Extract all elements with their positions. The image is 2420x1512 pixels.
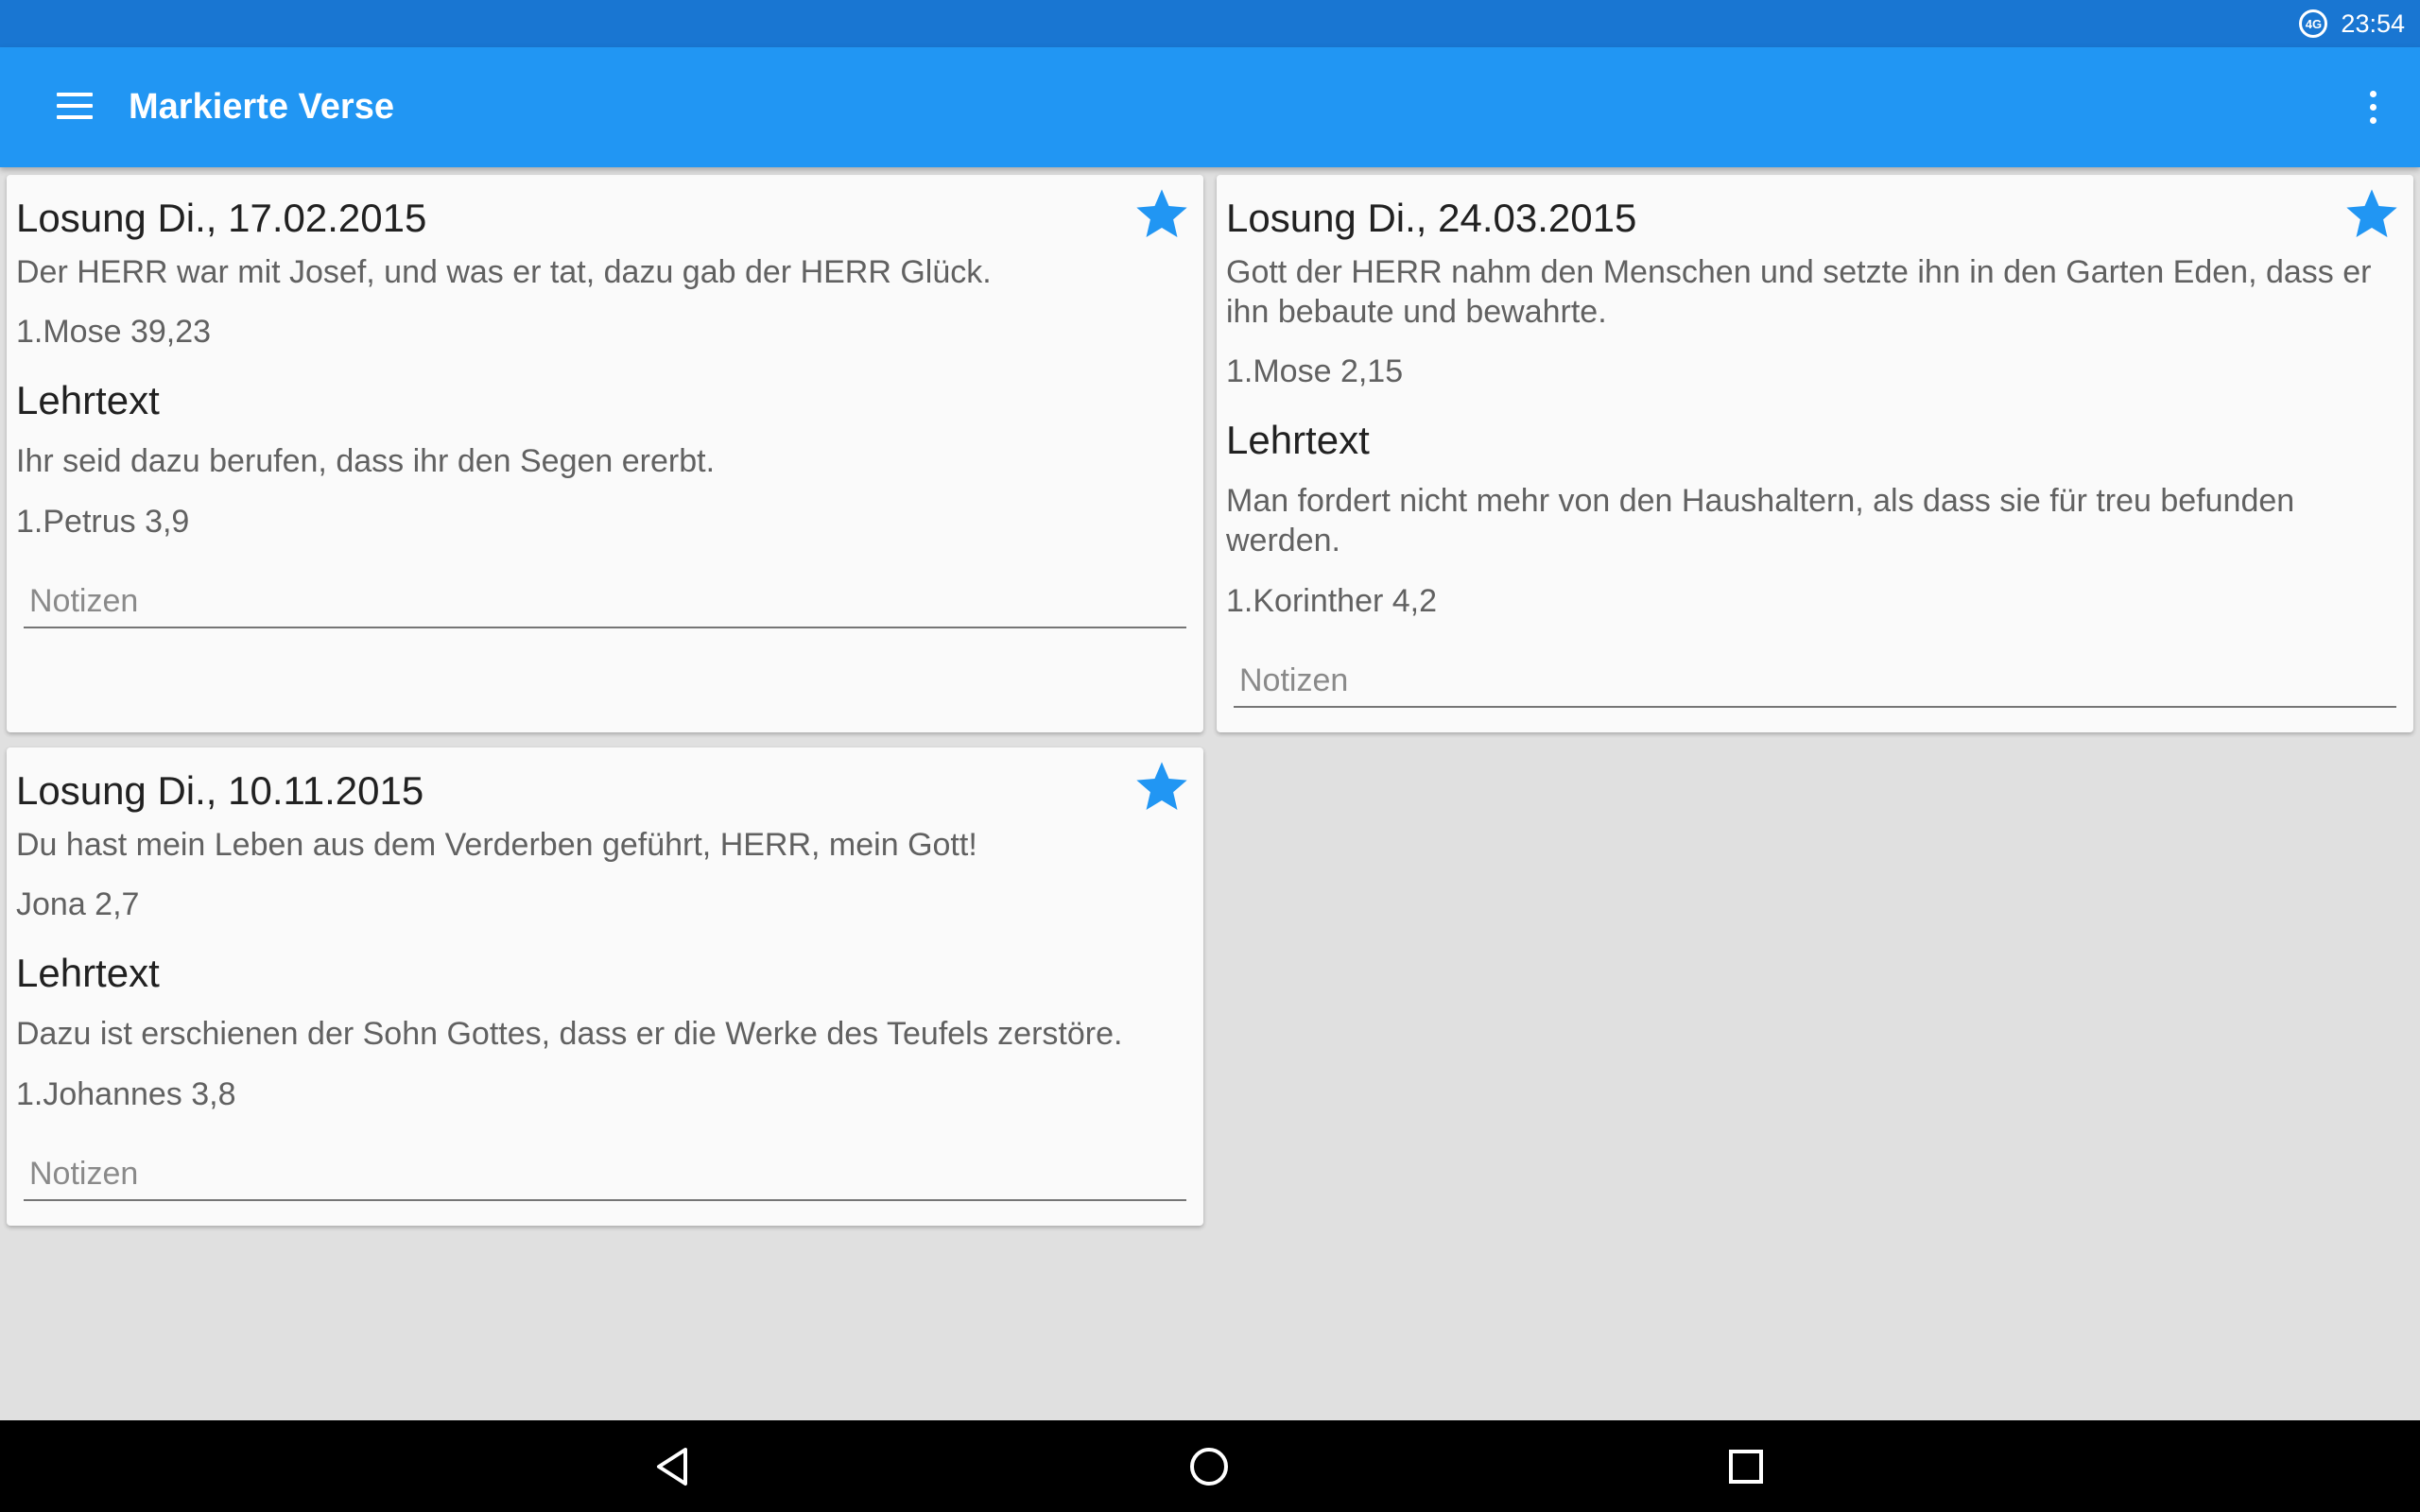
app-bar: Markierte Verse <box>0 47 2420 167</box>
losung-text: Der HERR war mit Josef, und was er tat, … <box>16 254 992 290</box>
lehrtext-text: Man fordert nicht mehr von den Haushalte… <box>1226 483 2295 558</box>
lehrtext-heading: Lehrtext <box>16 951 160 995</box>
home-circle-icon[interactable] <box>1167 1433 1252 1501</box>
lehrtext-heading: Lehrtext <box>16 378 160 422</box>
lehrtext-heading: Lehrtext <box>1226 418 1370 462</box>
back-triangle-icon[interactable] <box>630 1433 715 1501</box>
data-saver-icon: 4G <box>2299 9 2328 38</box>
star-icon[interactable] <box>2342 184 2402 245</box>
verse-card: Losung Di., 24.03.2015 Gott der HERR nah… <box>1217 175 2413 732</box>
notes-input[interactable] <box>24 1148 1186 1201</box>
card-title: Losung Di., 10.11.2015 <box>16 768 424 813</box>
losung-text: Gott der HERR nahm den Menschen und setz… <box>1226 254 2372 330</box>
star-icon[interactable] <box>1132 184 1192 245</box>
lehrtext-reference: 1.Petrus 3,9 <box>16 504 190 540</box>
system-nav-bar <box>0 1420 2420 1512</box>
losung-reference: Jona 2,7 <box>16 886 140 922</box>
hamburger-menu-icon[interactable] <box>38 79 113 136</box>
losung-reference: 1.Mose 2,15 <box>1226 353 1404 389</box>
verse-card: Losung Di., 17.02.2015 Der HERR war mit … <box>7 175 1203 732</box>
lehrtext-text: Dazu ist erschienen der Sohn Gottes, das… <box>16 1016 1123 1052</box>
page-title: Markierte Verse <box>129 87 394 127</box>
verse-card: Losung Di., 10.11.2015 Du hast mein Lebe… <box>7 747 1203 1226</box>
lehrtext-reference: 1.Johannes 3,8 <box>16 1076 236 1112</box>
notes-input[interactable] <box>1234 655 2396 708</box>
status-clock: 23:54 <box>2341 9 2405 38</box>
notes-input[interactable] <box>24 576 1186 628</box>
losung-text: Du hast mein Leben aus dem Verderben gef… <box>16 827 977 863</box>
card-title: Losung Di., 17.02.2015 <box>16 196 427 240</box>
lehrtext-text: Ihr seid dazu berufen, dass ihr den Sege… <box>16 443 716 479</box>
status-bar: 4G 23:54 <box>0 0 2420 47</box>
card-title: Losung Di., 24.03.2015 <box>1226 196 1637 240</box>
status-right: 4G 23:54 <box>2299 0 2405 47</box>
more-vert-icon[interactable] <box>2344 79 2401 136</box>
recents-square-icon[interactable] <box>1703 1433 1789 1501</box>
star-icon[interactable] <box>1132 757 1192 817</box>
lehrtext-reference: 1.Korinther 4,2 <box>1226 583 1438 619</box>
losung-reference: 1.Mose 39,23 <box>16 314 212 350</box>
